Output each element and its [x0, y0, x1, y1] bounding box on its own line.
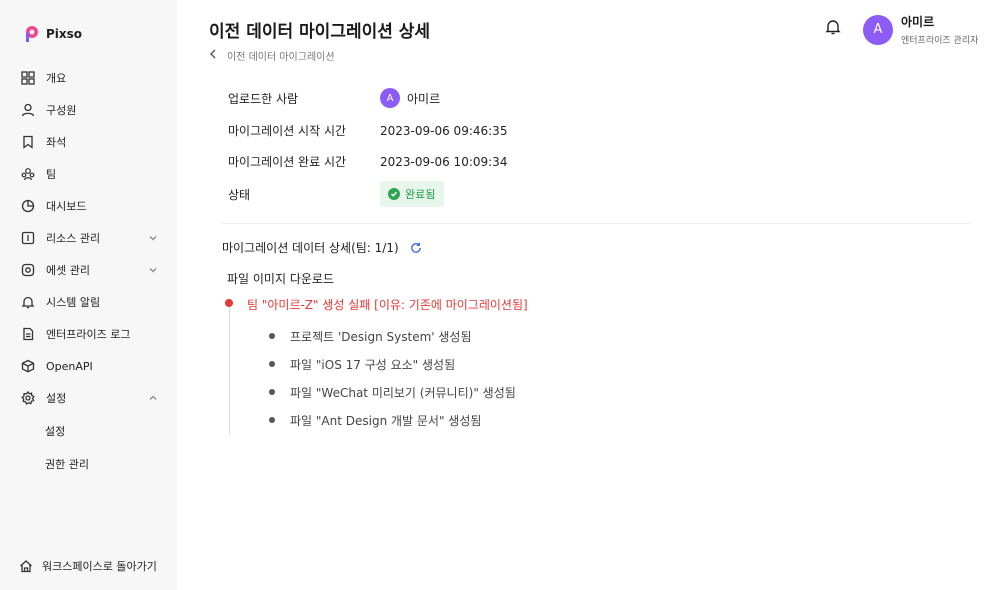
- sidebar-item-label: 팀: [46, 168, 57, 181]
- timeline-line: [229, 306, 230, 434]
- detail-row-status: 상태 완료됨: [228, 181, 445, 207]
- sidebar: Pixso 개요 구성원 좌석 팀 대시보드 리소스 관리 에셋 관리 시스템 …: [0, 0, 177, 590]
- list-item: 파일 "iOS 17 구성 요소" 생성됨: [266, 350, 516, 378]
- notification-bell-icon[interactable]: [824, 18, 842, 36]
- start-time-value: 2023-09-06 09:46:35: [380, 123, 508, 138]
- sidebar-item-team[interactable]: 팀: [0, 158, 177, 190]
- resource-icon: [20, 230, 36, 246]
- status-label: 상태: [228, 187, 251, 202]
- uploader-value: A 아미르: [380, 88, 440, 108]
- sidebar-item-label: 구성원: [46, 104, 77, 117]
- user-menu[interactable]: A 아미르 엔터프라이즈 관리자: [863, 13, 978, 46]
- bookmark-icon: [20, 134, 36, 150]
- sidebar-item-label: 대시보드: [46, 200, 87, 213]
- cube-icon: [20, 358, 36, 374]
- detail-row-uploader: 업로드한 사람 A 아미르: [228, 88, 440, 108]
- chevron-down-icon[interactable]: [147, 264, 159, 276]
- sidebar-nav: 개요 구성원 좌석 팀 대시보드 리소스 관리 에셋 관리 시스템 알림 엔터프…: [0, 62, 177, 480]
- sidebar-item-openapi[interactable]: OpenAPI: [0, 350, 177, 382]
- breadcrumb-label[interactable]: 이전 데이터 마이그레이션: [227, 48, 335, 63]
- list-item-text: 파일 "WeChat 미리보기 (커뮤니티)" 생성됨: [290, 385, 516, 400]
- sidebar-item-members[interactable]: 구성원: [0, 94, 177, 126]
- divider: [222, 223, 970, 224]
- detail-row-end-time: 마이그레이션 완료 시간 2023-09-06 10:09:34: [228, 153, 507, 170]
- sidebar-item-label: 개요: [46, 72, 67, 85]
- bullet: [269, 417, 275, 423]
- migration-section-title-text: 마이그레이션 데이터 상세(팀: 1/1): [222, 241, 399, 255]
- logo-text: Pixso: [46, 27, 83, 41]
- start-time-label: 마이그레이션 시작 시간: [228, 124, 347, 138]
- chevron-up-icon[interactable]: [147, 392, 159, 404]
- list-item-text: 프로젝트 'Design System' 생성됨: [290, 329, 472, 344]
- user-icon: [20, 102, 36, 118]
- bullet: [269, 333, 275, 339]
- user-meta: 아미르 엔터프라이즈 관리자: [901, 13, 978, 46]
- uploader-label: 업로드한 사람: [228, 91, 299, 106]
- avatar[interactable]: A: [863, 14, 893, 45]
- list-item: 파일 "Ant Design 개발 문서" 생성됨: [266, 406, 516, 434]
- list-item: 파일 "WeChat 미리보기 (커뮤니티)" 생성됨: [266, 378, 516, 406]
- sidebar-item-system-alerts[interactable]: 시스템 알림: [0, 286, 177, 318]
- logo[interactable]: Pixso: [22, 25, 82, 43]
- user-name: 아미르: [901, 15, 935, 29]
- sidebar-item-label: 시스템 알림: [46, 296, 101, 309]
- sidebar-subitem-settings[interactable]: 설정: [0, 414, 177, 447]
- dashboard-icon: [20, 198, 36, 214]
- detail-row-start-time: 마이그레이션 시작 시간 2023-09-06 09:46:35: [228, 122, 507, 139]
- migration-section-title: 마이그레이션 데이터 상세(팀: 1/1): [222, 239, 423, 256]
- gear-icon: [20, 390, 36, 406]
- asset-icon: [20, 262, 36, 278]
- pixso-logo-icon: [22, 25, 40, 43]
- sidebar-item-assets[interactable]: 에셋 관리: [0, 254, 177, 286]
- sidebar-item-label: 엔터프라이즈 로그: [46, 328, 131, 341]
- bell-icon: [20, 294, 36, 310]
- sidebar-item-label: 에셋 관리: [46, 264, 90, 277]
- back-to-workspace-label: 워크스페이스로 돌아가기: [42, 560, 157, 573]
- migration-items-list: 프로젝트 'Design System' 생성됨 파일 "iOS 17 구성 요…: [266, 322, 516, 434]
- check-circle-icon: [388, 188, 400, 200]
- user-role: 엔터프라이즈 관리자: [901, 36, 979, 46]
- uploader-name: 아미르: [407, 91, 441, 106]
- error-message: 팀 "아미르-Z" 생성 실패 [이유: 기존에 마이그레이션됨]: [247, 298, 528, 312]
- back-to-workspace-button[interactable]: 워크스페이스로 돌아가기: [0, 551, 177, 581]
- log-icon: [20, 326, 36, 342]
- uploader-avatar: A: [380, 88, 400, 108]
- bullet: [269, 389, 275, 395]
- status-badge-text: 완료됨: [405, 188, 436, 201]
- page-title: 이전 데이터 마이그레이션 상세: [209, 22, 431, 42]
- migration-subtitle: 파일 이미지 다운로드: [227, 272, 334, 286]
- sidebar-item-enterprise-log[interactable]: 엔터프라이즈 로그: [0, 318, 177, 350]
- sidebar-item-label: 리소스 관리: [46, 232, 101, 245]
- sidebar-item-label: 설정: [46, 392, 67, 405]
- overview-icon: [20, 70, 36, 86]
- sidebar-item-overview[interactable]: 개요: [0, 62, 177, 94]
- chevron-left-icon[interactable]: [209, 49, 217, 62]
- chevron-down-icon[interactable]: [147, 232, 159, 244]
- end-time-value: 2023-09-06 10:09:34: [380, 154, 508, 169]
- refresh-icon[interactable]: [409, 241, 423, 255]
- sidebar-item-seats[interactable]: 좌석: [0, 126, 177, 158]
- team-icon: [20, 166, 36, 182]
- status-badge: 완료됨: [380, 181, 445, 207]
- list-item: 프로젝트 'Design System' 생성됨: [266, 322, 516, 350]
- sidebar-item-resources[interactable]: 리소스 관리: [0, 222, 177, 254]
- sidebar-subitem-permissions[interactable]: 권한 관리: [0, 447, 177, 480]
- home-icon: [18, 558, 34, 574]
- list-item-text: 파일 "iOS 17 구성 요소" 생성됨: [290, 357, 456, 372]
- sidebar-item-label: 좌석: [46, 136, 67, 149]
- sidebar-item-label: OpenAPI: [46, 359, 93, 373]
- status-value: 완료됨: [380, 181, 445, 207]
- error-dot: [225, 299, 233, 307]
- list-item-text: 파일 "Ant Design 개발 문서" 생성됨: [290, 413, 482, 428]
- bullet: [269, 361, 275, 367]
- breadcrumb[interactable]: 이전 데이터 마이그레이션: [209, 48, 335, 63]
- end-time-label: 마이그레이션 완료 시간: [228, 155, 347, 169]
- sidebar-item-dashboard[interactable]: 대시보드: [0, 190, 177, 222]
- sidebar-item-settings[interactable]: 설정: [0, 382, 177, 414]
